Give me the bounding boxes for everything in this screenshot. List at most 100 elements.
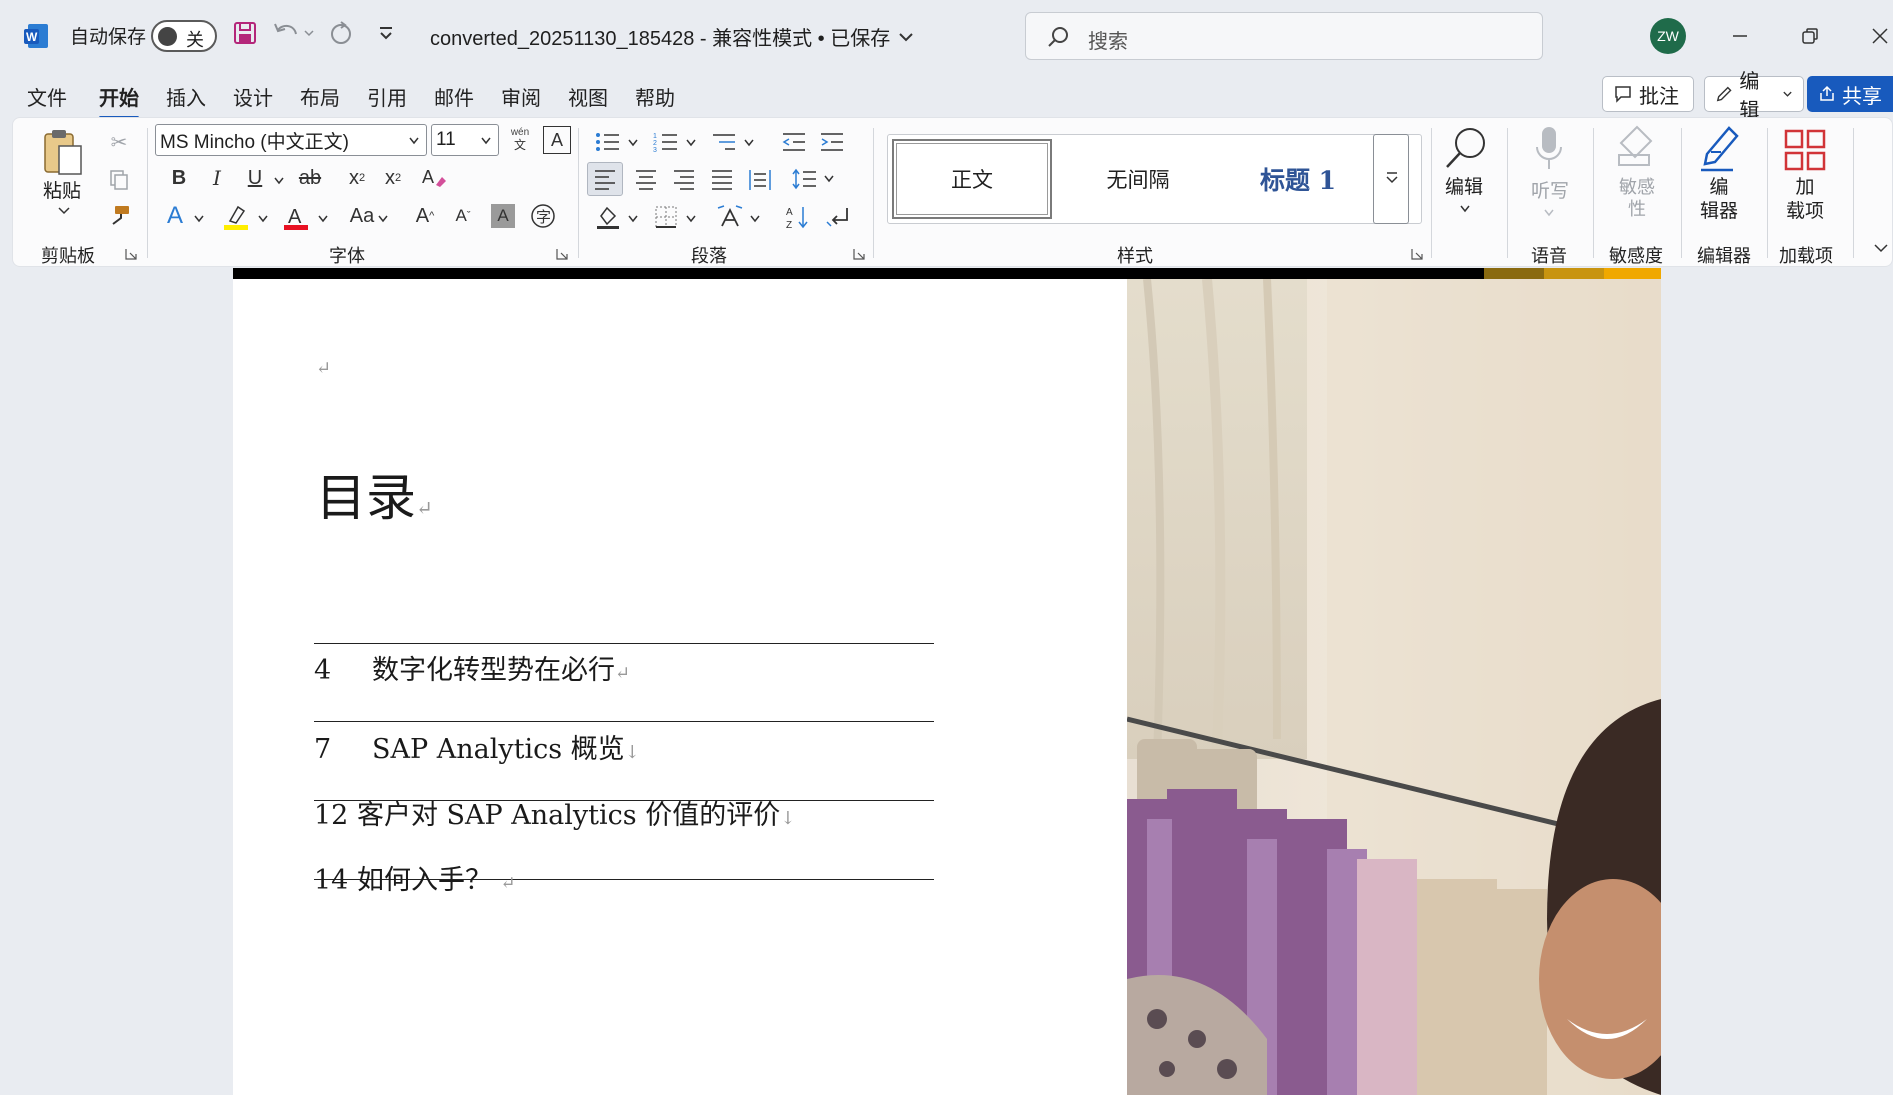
chevron-down-icon[interactable] (749, 214, 761, 224)
clear-formatting-icon[interactable]: A (419, 164, 449, 192)
tab-help[interactable]: 帮助 (635, 82, 675, 111)
editor-button-label[interactable]: 编 辑器 (1699, 176, 1739, 224)
tab-review[interactable]: 审阅 (501, 82, 541, 111)
grow-font-icon[interactable]: A ^ (411, 202, 439, 230)
undo-icon[interactable] (272, 20, 314, 46)
bullets-icon[interactable] (593, 128, 623, 156)
align-left-icon[interactable] (587, 162, 623, 196)
paste-icon[interactable] (41, 128, 87, 178)
restore-icon[interactable] (1800, 26, 1820, 46)
highlight-color-icon[interactable] (221, 202, 251, 232)
chevron-down-icon[interactable] (685, 138, 697, 148)
subscript-icon[interactable]: x2 (343, 164, 371, 192)
collapse-ribbon-icon[interactable] (1873, 242, 1889, 254)
addins-button-label[interactable]: 加 载项 (1785, 176, 1825, 224)
toc-entry[interactable]: 7 SAP Analytics 概览↓ (314, 727, 640, 766)
enclose-characters-icon[interactable]: 字 (529, 202, 557, 230)
align-center-icon[interactable] (631, 164, 661, 194)
tab-home[interactable]: 开始 (99, 82, 139, 119)
dialog-launcher-icon[interactable] (125, 248, 137, 260)
dialog-launcher-icon[interactable] (1411, 248, 1423, 260)
increase-indent-icon[interactable] (817, 128, 847, 156)
numbering-icon[interactable]: 123 (651, 128, 681, 156)
styles-more-button[interactable] (1373, 134, 1409, 224)
paste-chevron-icon[interactable] (57, 206, 71, 216)
document-title[interactable]: converted_20251130_185428 - 兼容性模式 • 已保存 (430, 22, 914, 51)
editor-icon[interactable] (1695, 124, 1745, 174)
find-icon[interactable] (1441, 124, 1491, 174)
underline-chevron-icon[interactable] (273, 176, 285, 186)
tab-references[interactable]: 引用 (367, 82, 407, 111)
text-effects-icon[interactable]: A (161, 202, 189, 230)
chevron-down-icon[interactable] (1459, 204, 1471, 214)
tab-design[interactable]: 设计 (233, 82, 273, 111)
style-normal[interactable]: 正文 (892, 139, 1052, 219)
strikethrough-icon[interactable]: ab (295, 164, 325, 192)
tab-file[interactable]: 文件 (27, 82, 67, 111)
font-color-icon[interactable]: A (281, 202, 311, 232)
toc-entry[interactable]: 4 数字化转型势在必行↵ (314, 648, 630, 687)
format-painter-icon[interactable] (105, 202, 133, 230)
borders-icon[interactable] (651, 202, 681, 232)
cut-icon[interactable]: ✂ (105, 128, 133, 156)
tab-view[interactable]: 视图 (568, 82, 608, 111)
underline-icon[interactable]: U (241, 164, 269, 192)
asian-layout-icon[interactable] (715, 202, 745, 232)
justify-icon[interactable] (707, 164, 737, 194)
redo-icon[interactable] (328, 20, 354, 46)
sort-icon[interactable]: AZ (783, 202, 813, 232)
microphone-icon[interactable] (1529, 124, 1569, 174)
line-spacing-icon[interactable] (789, 164, 819, 194)
sensitivity-button-label[interactable]: 敏感 性 (1617, 176, 1657, 220)
share-button[interactable]: 共享 (1807, 76, 1893, 112)
editing-mode-button[interactable]: 编辑 (1704, 71, 1804, 122)
phonetic-guide-icon[interactable]: wén 文 (505, 124, 535, 154)
toc-entry[interactable]: 12 客户对 SAP Analytics 价值的评价↓ (314, 793, 795, 832)
editing-label[interactable]: 编辑 (1445, 176, 1483, 200)
save-icon[interactable] (232, 20, 258, 46)
character-shading-icon[interactable]: A (491, 204, 515, 228)
copy-icon[interactable] (105, 166, 133, 194)
chevron-down-icon[interactable] (743, 138, 755, 148)
addins-icon[interactable] (1783, 128, 1827, 172)
tab-mailings[interactable]: 邮件 (434, 82, 474, 111)
chevron-down-icon[interactable] (257, 214, 269, 224)
style-heading-1[interactable]: 标题 1 (1218, 139, 1378, 219)
user-avatar[interactable]: ZW (1650, 18, 1686, 54)
chevron-down-icon[interactable] (685, 214, 697, 224)
chevron-down-icon[interactable] (377, 214, 389, 224)
autosave-toggle[interactable]: 关 (151, 20, 217, 52)
tab-insert[interactable]: 插入 (166, 82, 206, 111)
chevron-down-icon[interactable] (823, 174, 835, 184)
decrease-indent-icon[interactable] (779, 128, 809, 156)
italic-icon[interactable]: I (203, 164, 231, 192)
superscript-icon[interactable]: x2 (379, 164, 407, 192)
chevron-down-icon[interactable] (193, 214, 205, 224)
minimize-icon[interactable] (1730, 26, 1750, 46)
tab-layout[interactable]: 布局 (300, 82, 340, 111)
paste-label[interactable]: 粘贴 (43, 180, 81, 204)
multilevel-list-icon[interactable] (709, 128, 739, 156)
font-size-select[interactable]: 11 (431, 124, 499, 156)
distributed-icon[interactable] (745, 164, 775, 194)
bold-icon[interactable]: B (165, 164, 193, 192)
toc-title[interactable]: 目录↵ (316, 458, 433, 530)
shading-icon[interactable] (593, 202, 623, 232)
align-right-icon[interactable] (669, 164, 699, 194)
customize-qat-icon[interactable] (378, 24, 394, 44)
chevron-down-icon[interactable] (317, 214, 329, 224)
close-icon[interactable] (1870, 26, 1890, 46)
chevron-down-icon[interactable] (627, 214, 639, 224)
dialog-launcher-icon[interactable] (556, 248, 568, 260)
character-border-icon[interactable]: A (543, 126, 571, 154)
change-case-icon[interactable]: Aa (345, 202, 379, 230)
shrink-font-icon[interactable]: Aˇ (449, 202, 477, 230)
search-box[interactable]: 搜索 (1025, 12, 1543, 60)
dictate-label[interactable]: 听写 (1531, 180, 1569, 204)
font-name-select[interactable]: MS Mincho (中文正文) (155, 124, 427, 156)
comments-button[interactable]: 批注 (1602, 76, 1694, 112)
dialog-launcher-icon[interactable] (853, 248, 865, 260)
chevron-down-icon[interactable] (627, 138, 639, 148)
show-marks-icon[interactable] (823, 202, 853, 232)
style-no-spacing[interactable]: 无间隔 (1058, 139, 1218, 219)
